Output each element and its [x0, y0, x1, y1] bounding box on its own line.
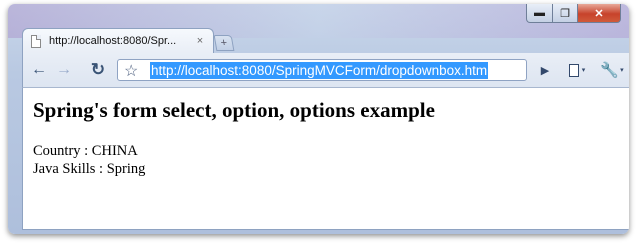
close-window-button[interactable]: ✕ [578, 4, 621, 23]
country-text: Country : CHINA [33, 143, 138, 159]
wrench-menu-button[interactable]: 🔧 ▾ [597, 59, 627, 81]
go-button[interactable]: ▶ [535, 59, 555, 81]
address-bar[interactable]: ☆ http://localhost:8080/SpringMVCForm/dr… [117, 59, 527, 81]
url-text[interactable]: http://localhost:8080/SpringMVCForm/drop… [150, 62, 489, 79]
page-heading: Spring's form select, option, options ex… [33, 98, 435, 122]
back-arrow-icon: ← [31, 61, 47, 78]
browser-tab[interactable]: http://localhost:8080/Spr... × [22, 28, 214, 53]
tab-close-icon[interactable]: × [193, 35, 207, 47]
plus-icon: + [219, 37, 229, 49]
java-skills-text: Java Skills : Spring [33, 161, 146, 177]
reload-icon: ↻ [90, 60, 106, 79]
forward-button[interactable]: → [54, 59, 74, 81]
page-menu-icon [568, 63, 579, 77]
chevron-down-icon: ▾ [620, 67, 624, 74]
tab-title: http://localhost:8080/Spr... [49, 35, 177, 47]
back-button[interactable]: ← [29, 59, 49, 81]
wrench-icon: 🔧 [600, 62, 620, 79]
play-icon: ▶ [540, 64, 550, 77]
page-content: Spring's form select, option, options ex… [22, 87, 629, 230]
browser-toolbar: ← → ↻ ☆ http://localhost:8080/SpringMVCF… [22, 53, 629, 87]
maximize-button[interactable]: ❐ [553, 4, 578, 23]
page-icon [31, 34, 41, 48]
forward-arrow-icon: → [56, 61, 72, 78]
minimize-button[interactable]: ▬ [526, 4, 553, 23]
page-menu-button[interactable]: ▾ [563, 59, 591, 81]
new-tab-button[interactable]: + [213, 35, 235, 51]
chevron-down-icon: ▾ [581, 67, 586, 74]
reload-button[interactable]: ↻ [87, 59, 109, 81]
bookmark-star-icon[interactable]: ☆ [124, 61, 138, 81]
window-controls: ▬ ❐ ✕ [526, 4, 621, 23]
browser-window: ▬ ❐ ✕ http://localhost:8080/Spr... × + ←… [8, 4, 629, 234]
